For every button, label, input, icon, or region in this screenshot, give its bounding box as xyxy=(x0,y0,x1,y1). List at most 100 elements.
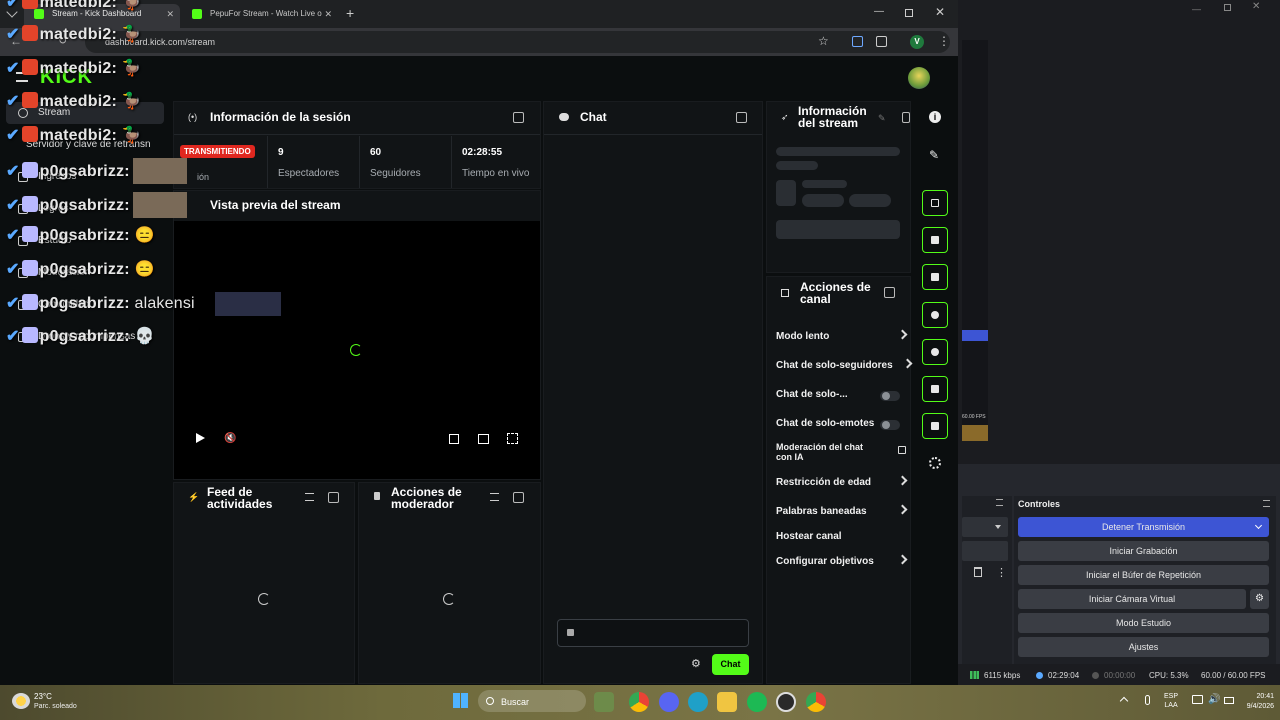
chat-title: Chat xyxy=(580,110,607,124)
profile-avatar[interactable]: V xyxy=(910,35,924,49)
channel-action-emotes-only[interactable]: Chat de solo-emotes xyxy=(776,418,906,432)
stat-followers: 60 Seguidores xyxy=(359,136,450,188)
new-tab-button[interactable]: + xyxy=(346,5,354,21)
taskbar-chrome-profile-icon[interactable] xyxy=(806,692,826,712)
channel-action-banned-words[interactable]: Palabras baneadas xyxy=(776,504,908,518)
pin-icon: ➶ xyxy=(781,112,789,122)
bookmark-star-icon[interactable]: ☆ xyxy=(818,34,829,48)
channel-action-host[interactable]: Hostear canal xyxy=(776,531,906,543)
maximize-window-button[interactable] xyxy=(905,9,913,17)
rail-channel-actions-button[interactable] xyxy=(922,376,948,402)
weather-desc: Parc. soleado xyxy=(34,703,77,710)
obs-studio-mode-button[interactable]: Modo Estudio xyxy=(1018,613,1269,633)
sliders-icon xyxy=(931,385,939,393)
tray-clock[interactable]: 20:41 9/4/2026 xyxy=(1236,692,1274,712)
tray-microphone-icon[interactable] xyxy=(1145,695,1150,705)
browser-menu-icon[interactable]: ⋮ xyxy=(938,34,950,48)
taskbar-obs-icon[interactable] xyxy=(776,692,796,712)
obs-selected-source[interactable] xyxy=(962,330,988,341)
obs-dock-menu-icon[interactable] xyxy=(996,499,1003,506)
obs-virtual-camera-settings-button[interactable]: ⚙ xyxy=(1250,589,1269,609)
obs-dock-menu-icon[interactable] xyxy=(1263,500,1270,507)
filter-icon[interactable] xyxy=(490,493,499,501)
close-tab-icon[interactable]: ✕ xyxy=(324,4,332,24)
emotes-only-toggle[interactable] xyxy=(880,420,900,430)
obs-minimize-button[interactable]: — xyxy=(1192,4,1201,14)
taskbar-chrome-icon[interactable] xyxy=(629,692,649,712)
rail-notes-button[interactable] xyxy=(922,264,948,290)
user-avatar[interactable] xyxy=(908,67,930,89)
filter-icon[interactable] xyxy=(305,493,314,501)
fullscreen-icon[interactable] xyxy=(507,433,518,444)
obs-mini-fps: 60.00 FPS xyxy=(962,414,986,420)
close-window-button[interactable]: ✕ xyxy=(935,5,945,19)
theater-mode-icon[interactable] xyxy=(478,434,489,444)
chat-divider xyxy=(544,134,762,135)
browser-tab-pepufor[interactable]: PepuFor Stream - Watch Live o ✕ xyxy=(182,4,338,28)
rail-broadcast-button[interactable] xyxy=(922,339,948,365)
obs-stop-stream-button[interactable]: Detener Transmisión xyxy=(1018,517,1269,537)
pip-icon[interactable] xyxy=(449,434,459,444)
popout-icon[interactable] xyxy=(902,112,910,123)
skeleton-button xyxy=(776,220,900,239)
popout-icon[interactable] xyxy=(884,287,895,298)
chat-input[interactable] xyxy=(557,619,749,647)
channel-action-age-restriction[interactable]: Restricción de edad xyxy=(776,475,908,489)
channel-action-goals[interactable]: Configurar objetivos xyxy=(776,554,908,568)
obs-settings-button[interactable]: Ajustes xyxy=(1018,637,1269,657)
close-tab-icon[interactable]: ✕ xyxy=(166,4,174,24)
overlay-chat-line: ✔ matedbi2: 🦆 xyxy=(6,92,142,110)
obs-maximize-button[interactable] xyxy=(1224,4,1231,11)
popout-icon[interactable] xyxy=(736,112,747,123)
popout-icon[interactable] xyxy=(513,112,524,123)
obs-trash-icon[interactable] xyxy=(974,567,982,577)
taskbar-spotify-icon[interactable] xyxy=(747,692,767,712)
rail-chat-button[interactable] xyxy=(922,302,948,328)
rail-tools-button[interactable] xyxy=(922,413,948,439)
extensions-puzzle-icon[interactable] xyxy=(876,36,887,47)
tray-battery-icon[interactable] xyxy=(1224,697,1234,704)
edit-pencil-icon[interactable]: ✎ xyxy=(878,113,886,124)
subs-only-toggle[interactable] xyxy=(880,391,900,401)
windows-start-icon[interactable] xyxy=(453,693,468,708)
tray-volume-icon[interactable]: 🔊 xyxy=(1208,694,1220,705)
obs-close-button[interactable]: ✕ xyxy=(1252,1,1260,12)
obs-rec-icon xyxy=(1092,672,1099,679)
tray-language[interactable]: ESP LAA xyxy=(1164,692,1178,710)
add-widget-icon[interactable] xyxy=(929,457,941,469)
minimize-window-button[interactable]: — xyxy=(874,6,884,17)
channel-action-followers-only[interactable]: Chat de solo-seguidores xyxy=(776,358,913,372)
obs-virtual-camera-button[interactable]: Iniciar Cámara Virtual xyxy=(1018,589,1246,609)
rail-focus-button[interactable] xyxy=(922,190,948,216)
channel-action-subs-only[interactable]: Chat de solo-... xyxy=(776,389,906,403)
taskbar-explorer-icon[interactable] xyxy=(717,692,737,712)
channel-action-ai-moderation[interactable]: Moderación del chat con IA xyxy=(776,442,906,464)
info-icon[interactable]: i xyxy=(929,111,941,123)
obs-more-icon[interactable]: ⋮ xyxy=(996,566,1007,579)
popout-icon[interactable] xyxy=(513,492,524,503)
extension-icon[interactable] xyxy=(852,36,863,47)
chat-send-button[interactable]: Chat xyxy=(712,654,749,675)
activity-icon: ⚡ xyxy=(188,492,200,502)
skeleton-chip xyxy=(802,194,844,207)
rail-activity-button[interactable] xyxy=(922,227,948,253)
obs-stream-options-chevron-icon[interactable] xyxy=(1254,521,1263,530)
play-icon[interactable] xyxy=(196,433,205,443)
channel-actions-title: Acciones de canal xyxy=(800,280,871,306)
tray-network-icon[interactable] xyxy=(1192,695,1203,704)
obs-replay-buffer-button[interactable]: Iniciar el Búfer de Repetición xyxy=(1018,565,1269,585)
taskbar-search-box[interactable] xyxy=(478,690,586,712)
taskbar-widget-app-icon[interactable] xyxy=(594,692,614,712)
weather-icon[interactable] xyxy=(12,693,30,709)
taskbar-edge-icon[interactable] xyxy=(688,692,708,712)
obs-transition-select[interactable] xyxy=(962,517,1008,537)
mute-icon[interactable]: 🔇 xyxy=(224,433,236,444)
obs-start-recording-button[interactable]: Iniciar Grabación xyxy=(1018,541,1269,561)
weather-temp[interactable]: 23°C xyxy=(34,692,52,701)
popout-icon[interactable] xyxy=(328,492,339,503)
obs-duration-spinbox[interactable] xyxy=(962,541,1008,561)
chat-settings-gear-icon[interactable]: ⚙ xyxy=(691,657,701,670)
channel-action-slow-mode[interactable]: Modo lento xyxy=(776,329,908,343)
taskbar-discord-icon[interactable] xyxy=(659,692,679,712)
edit-layout-pencil-icon[interactable]: ✎ xyxy=(929,148,939,162)
